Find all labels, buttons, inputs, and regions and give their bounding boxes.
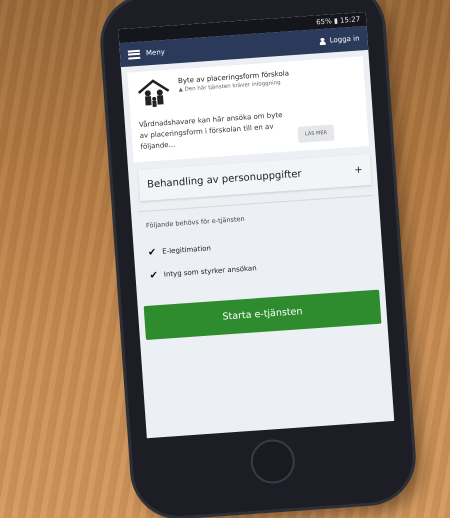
requirements-heading: Följande behövs för e-tjänsten (145, 214, 245, 230)
service-card: Byte av placeringsform förskola ▲ Den hä… (127, 56, 369, 163)
menu-icon[interactable] (127, 49, 141, 60)
accordion-label: Behandling av personuppgifter (146, 168, 302, 191)
description-text: Vårdnadshavare kan här ansöka om byte av… (138, 110, 283, 152)
read-more-button[interactable]: LÄS MER (297, 123, 335, 143)
requirement-label: Intyg som styrker ansökan (163, 264, 257, 279)
service-description: Vårdnadshavare kan här ansöka om byte av… (139, 105, 361, 154)
user-icon (319, 37, 325, 44)
list-item: ✔ E-legitimation (148, 232, 368, 258)
family-house-icon (137, 79, 170, 107)
checkmark-icon: ✔ (149, 269, 159, 282)
requirements-section: Följande behövs för e-tjänsten ✔ E-legit… (136, 194, 379, 300)
status-text: 65% ▮ 15:27 (315, 15, 361, 27)
service-header: Byte av placeringsform förskola ▲ Den hä… (136, 65, 358, 110)
personal-data-accordion[interactable]: Behandling av personuppgifter + (138, 153, 372, 201)
requirement-label: E-legitimation (162, 244, 212, 256)
plus-icon: + (353, 164, 364, 176)
login-button[interactable]: Logga in (319, 34, 359, 45)
smartphone: 65% ▮ 15:27 Meny Logga in Byte av placer… (100, 0, 416, 518)
requirements-list: ✔ E-legitimation ✔ Intyg som styrker ans… (148, 232, 370, 281)
phone-screen: 65% ▮ 15:27 Meny Logga in Byte av placer… (118, 11, 395, 439)
menu-label[interactable]: Meny (146, 48, 165, 57)
photo-scene: 65% ▮ 15:27 Meny Logga in Byte av placer… (0, 0, 450, 518)
checkmark-icon: ✔ (147, 246, 157, 259)
home-button (249, 438, 297, 485)
login-label: Logga in (329, 34, 360, 45)
list-item: ✔ Intyg som styrker ansökan (149, 255, 369, 281)
